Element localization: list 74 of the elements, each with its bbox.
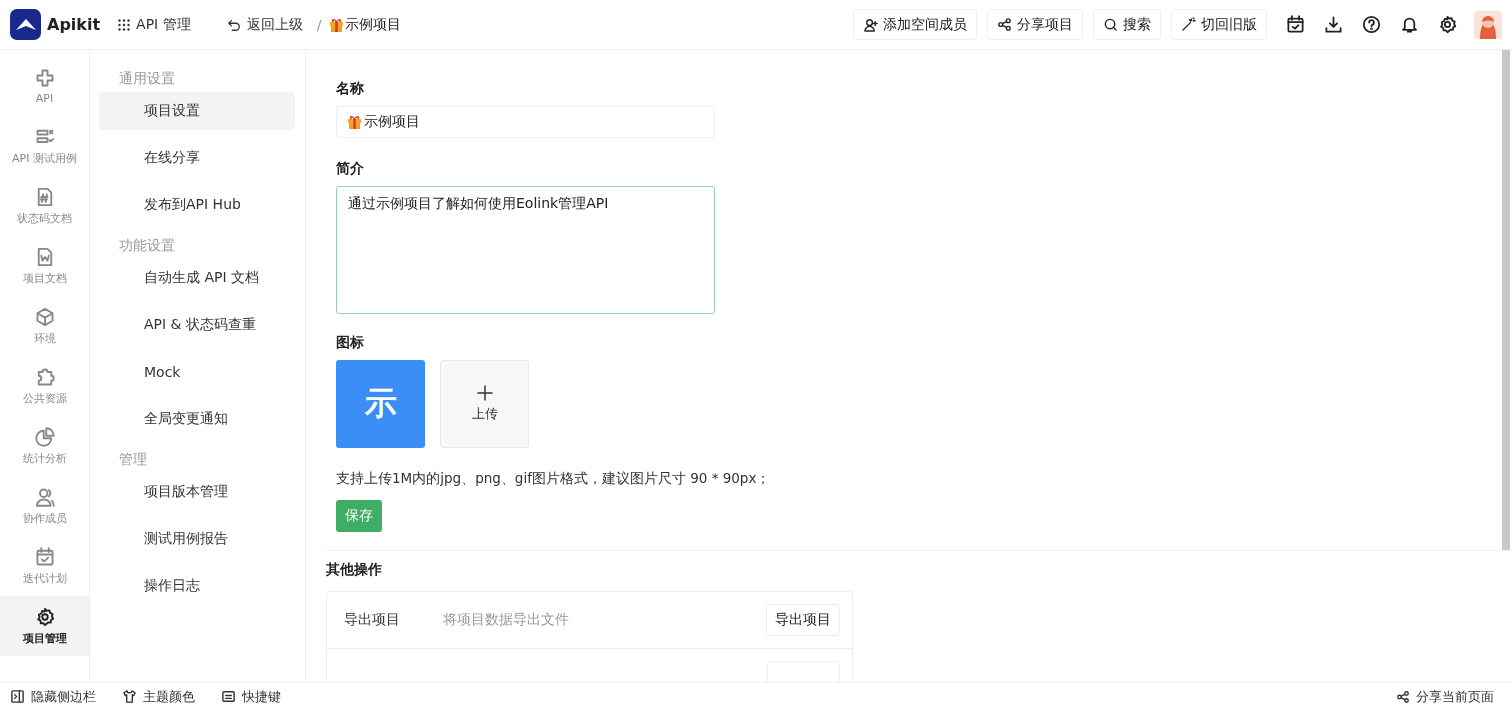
settings-icon[interactable] — [1438, 15, 1457, 34]
rail-item[interactable]: 公共资源 — [0, 356, 89, 416]
calendar-check-icon[interactable] — [1286, 15, 1305, 34]
shirt-icon — [122, 689, 137, 704]
share-icon — [1396, 689, 1410, 704]
logo-text[interactable]: Apikit — [47, 15, 101, 34]
module-menu[interactable]: API 管理 — [118, 15, 191, 34]
field-label: 简介 — [336, 160, 365, 178]
menu-item[interactable]: 操作日志 — [99, 567, 295, 605]
header-button[interactable]: 分享项目 — [987, 9, 1083, 40]
rail-item[interactable]: 迭代计划 — [0, 536, 89, 596]
project-icon: 示 — [336, 360, 425, 448]
footer-link[interactable]: 主题颜色 — [122, 687, 195, 706]
sidebar-icon — [10, 689, 25, 704]
rail-item[interactable]: API — [0, 56, 89, 116]
menu-item[interactable]: 项目版本管理 — [99, 473, 295, 511]
logo-icon[interactable] — [10, 9, 41, 40]
users-icon — [34, 486, 55, 507]
pie-chart-icon — [34, 426, 55, 447]
field-label: 名称 — [336, 80, 365, 98]
scrollbar[interactable] — [1502, 50, 1510, 550]
menu-item[interactable]: 在线分享 — [99, 139, 295, 177]
user-add-icon — [863, 17, 878, 32]
menu-item[interactable]: Mock — [99, 353, 295, 391]
menu-item[interactable]: 全局变更通知 — [99, 400, 295, 438]
download-icon[interactable] — [1324, 15, 1343, 34]
search-icon — [1103, 17, 1118, 32]
back-link[interactable]: 返回上级 — [226, 15, 303, 34]
menu-heading: 管理 — [118, 450, 148, 469]
description-field[interactable]: 通过示例项目了解如何使用Eolink管理API — [336, 186, 715, 314]
upload-button[interactable]: 上传 — [440, 360, 529, 448]
plus-icon — [476, 385, 493, 401]
name-field[interactable]: 示例项目 — [336, 106, 715, 138]
menu-item[interactable]: 发布到API Hub — [99, 186, 295, 224]
settings-icon — [34, 606, 55, 627]
field-label: 图标 — [336, 334, 365, 352]
rail-item[interactable]: 环境 — [0, 296, 89, 356]
rail-item[interactable]: API 测试用例 — [0, 116, 89, 176]
menu-heading: 通用设置 — [118, 69, 176, 88]
operation-description: 将项目数据导出文件 — [443, 611, 570, 629]
breadcrumb-separator: / — [316, 16, 322, 33]
calendar-check-icon — [34, 546, 55, 567]
rail-item[interactable]: 协作成员 — [0, 476, 89, 536]
share-icon — [997, 17, 1012, 32]
help-icon[interactable] — [1362, 15, 1381, 34]
undo-icon — [226, 17, 241, 32]
rail-item[interactable]: 统计分析 — [0, 416, 89, 476]
menu-item[interactable]: 测试用例报告 — [99, 520, 295, 558]
hint-text: 支持上传1M内的jpg、png、gif图片格式，建议图片尺寸 90 * 90px； — [336, 470, 772, 488]
menu-item[interactable]: 项目设置 — [99, 92, 295, 130]
avatar-icon[interactable] — [1474, 10, 1502, 39]
menu-item[interactable]: 自动生成 API 文档 — [99, 259, 295, 297]
api-icon — [34, 67, 55, 88]
gift-icon — [329, 16, 345, 33]
header-button[interactable]: 切回旧版 — [1171, 9, 1267, 40]
header-button[interactable]: 添加空间成员 — [853, 9, 977, 40]
rail-item[interactable]: 状态码文档 — [0, 176, 89, 236]
keyboard-icon — [221, 689, 236, 704]
share-page-link[interactable]: 分享当前页面 — [1396, 687, 1494, 706]
footer-link[interactable]: 快捷键 — [221, 687, 281, 706]
action-button[interactable]: 导出项目 — [766, 604, 840, 636]
magic-wand-icon — [1181, 17, 1196, 32]
operation-name: 导出项目 — [344, 611, 401, 629]
rail-item[interactable]: 项目管理 — [0, 596, 89, 656]
menu-heading: 功能设置 — [118, 236, 176, 255]
rail-item[interactable]: 项目文档 — [0, 236, 89, 296]
project-name[interactable]: 示例项目 — [345, 15, 402, 34]
footer-link[interactable]: 隐藏侧边栏 — [10, 687, 96, 706]
section-title: 其他操作 — [326, 561, 383, 579]
header-button[interactable]: 搜索 — [1093, 9, 1161, 40]
menu-item[interactable]: API & 状态码查重 — [99, 306, 295, 344]
grid-icon — [118, 18, 131, 31]
cube-icon — [34, 306, 55, 327]
bell-icon[interactable] — [1400, 15, 1419, 34]
